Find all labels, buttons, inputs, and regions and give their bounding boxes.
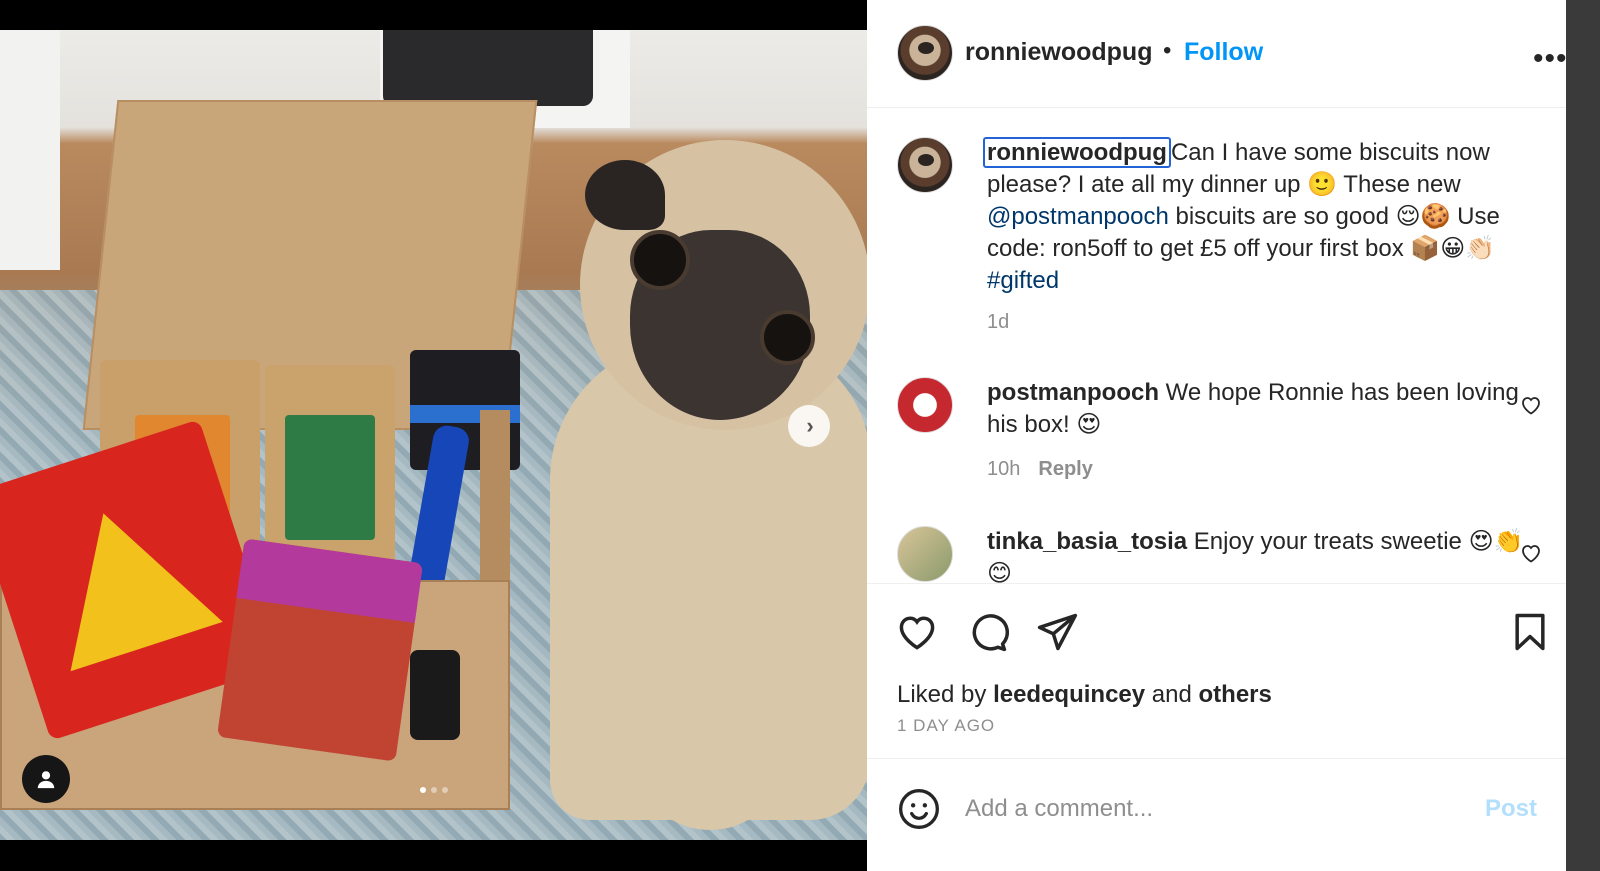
post-side-panel: ronniewoodpug • Follow ••• ronniewoodpug… [867,0,1600,871]
post-photo [0,30,867,840]
carousel-dot [430,787,437,793]
photo-wall [0,30,60,270]
mini-steaks-pack [216,538,424,762]
likes-middle: and [1145,681,1199,708]
comment-composer: Post [867,758,1600,871]
caption-username[interactable]: ronniewoodpug [983,137,1171,168]
more-options-icon[interactable]: ••• [1533,42,1568,76]
comment-like-heart-icon[interactable] [1519,393,1543,417]
author-avatar[interactable] [897,25,953,81]
comment-username[interactable]: postmanpooch [987,379,1159,406]
caption-mention[interactable]: @postmanpooch [987,203,1169,230]
bookmark-icon[interactable] [1508,610,1552,654]
comments-list[interactable]: ronniewoodpug Can I have some biscuits no… [867,108,1600,583]
poop-bag-roll [410,650,460,740]
post-header: ronniewoodpug • Follow ••• [867,0,1600,108]
window-edge [1566,0,1600,871]
comment-text: tinka_basia_tosia Enjoy your treats swee… [987,526,1537,583]
comment-username[interactable]: tinka_basia_tosia [987,528,1187,555]
carousel-indicator [0,787,867,793]
post-comment-button[interactable]: Post [1485,795,1537,823]
likes-prefix: Liked by [897,681,994,708]
photo-router [383,30,593,106]
comment-text: postmanpooch We hope Ronnie has been lov… [987,377,1537,441]
comment-like-heart-icon[interactable] [1519,541,1543,565]
carousel-dot [441,787,448,793]
next-photo-button[interactable]: › [788,405,830,447]
paper-plane-icon[interactable] [1035,610,1079,654]
pug-dog [540,140,867,840]
caption-text: ronniewoodpug Can I have some biscuits no… [983,137,1537,297]
caption-time: 1d [987,311,1010,333]
author-username[interactable]: ronniewoodpug [965,38,1152,67]
header-separator: • [1163,37,1172,64]
chevron-right-icon: › [806,413,814,438]
post-date: 1 DAY AGO [897,716,996,735]
smiley-icon[interactable] [897,787,941,831]
post-media: › [0,0,867,871]
post-actions: Liked by leedequincey and others 1 DAY A… [867,583,1600,758]
liked-by-user[interactable]: leedequincey [993,681,1145,708]
instagram-post-modal: › ronniewoodpug • Follow ••• ronniewoodp… [0,0,1600,871]
follow-button[interactable]: Follow [1184,38,1263,67]
comment-time: 10h [987,458,1021,480]
comment-meta: 10h Reply [987,458,1093,481]
liked-by-others[interactable]: others [1199,681,1272,708]
heart-icon[interactable] [895,610,939,654]
tagged-users-button[interactable] [22,755,70,803]
tinka-avatar[interactable] [897,526,953,582]
caption-hashtag[interactable]: #gifted [987,267,1059,294]
comment-bubble-icon[interactable] [965,610,1009,654]
likes-summary: Liked by leedequincey and others [897,681,1272,709]
postmanpooch-avatar[interactable] [897,377,953,433]
caption-avatar[interactable] [897,137,953,193]
carousel-dot [419,787,426,793]
comment-input[interactable] [965,789,1465,829]
reply-button[interactable]: Reply [1038,458,1092,480]
